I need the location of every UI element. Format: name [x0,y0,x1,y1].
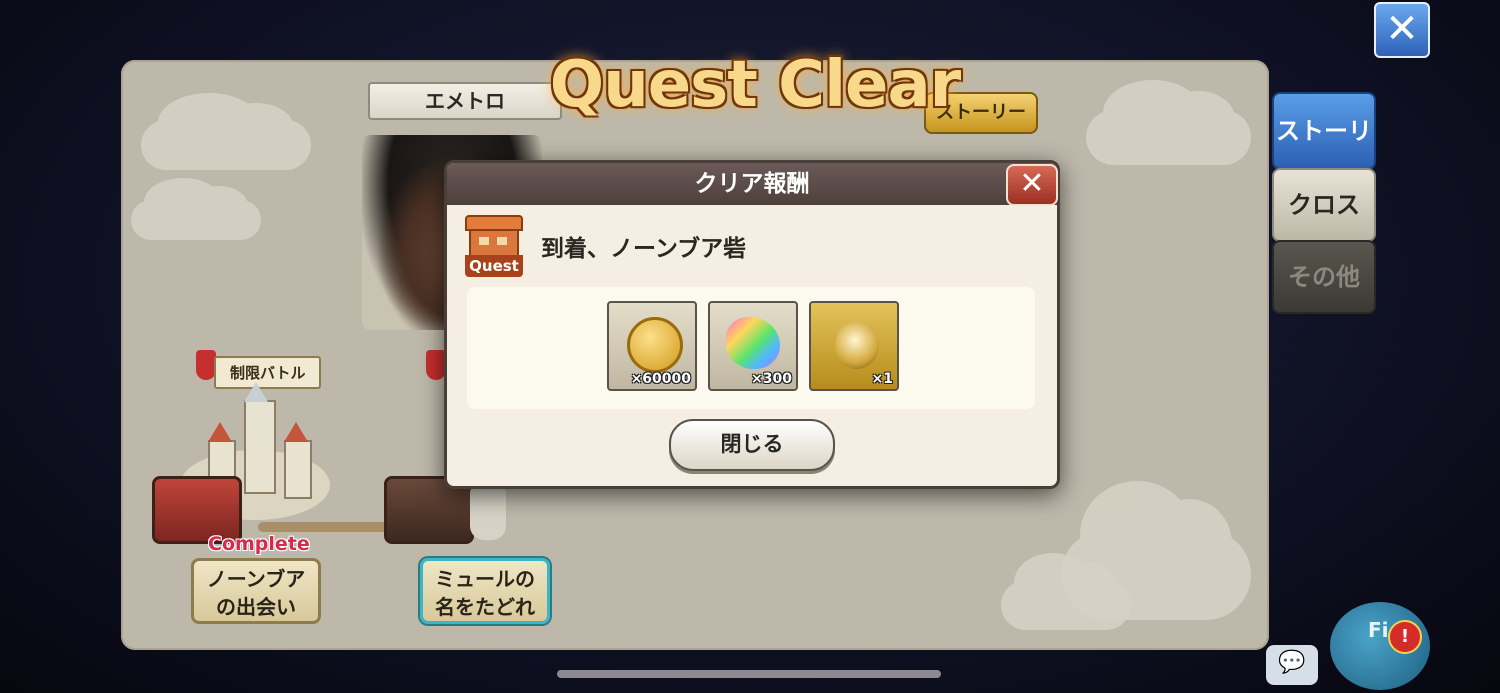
quest-name: 到着、ノーンブア砦 [541,236,747,262]
tower-roof [284,422,308,442]
tower-roof [208,422,232,442]
region-name-label: エメトロ [368,82,562,120]
quest-node-2-label[interactable]: ミュールの 名をたどれ [420,558,550,624]
character-figure [470,480,506,540]
cloud-decoration [1086,79,1251,165]
quest-icon: Quest [465,215,523,277]
reward-item-gold[interactable]: ×60000 [607,301,697,391]
close-screen-button[interactable]: ✕ [1374,2,1430,58]
gold-coin-icon [627,317,683,373]
quest-clear-title: Quest Clear [549,48,961,122]
castle-tower [244,400,276,494]
dialog-close-button[interactable]: ✕ [1006,164,1058,206]
reward-quantity: ×60000 [630,371,691,387]
chat-icon: 💬 [1278,650,1306,675]
node-label-line: の出会い [216,595,296,619]
reward-item-gem[interactable]: ×300 [708,301,798,391]
cloud-decoration [131,178,261,240]
node-label-line: ノーンブア [206,567,306,591]
dialog-title: クリア報酬 [447,163,1057,205]
quest-icon-label: Quest [465,255,523,277]
reward-quantity: ×1 [871,371,893,387]
close-button[interactable]: 閉じる [669,419,835,471]
tab-story[interactable]: ストーリー [1272,92,1376,219]
cloud-decoration [141,92,311,170]
gold-pendant-icon [835,321,879,369]
cloud-decoration [1001,552,1131,630]
quest-node-1-label[interactable]: ノーンブア の出会い [191,558,321,624]
close-icon: ✕ [1019,166,1045,201]
close-icon: ✕ [1385,6,1419,52]
node-label-line: 名をたどれ [435,595,535,619]
tab-cross[interactable]: クロス [1272,168,1376,242]
reward-item-pendant[interactable]: ×1 [809,301,899,391]
tab-other[interactable]: その他 [1272,240,1376,314]
home-indicator [557,670,941,678]
castle-tower [284,440,312,499]
reward-list: ×60000 ×300 ×1 [467,287,1035,409]
node-label-line: ミュールの [435,567,535,591]
reward-quantity: ×300 [751,371,792,387]
rainbow-gem-icon [726,317,780,369]
clear-reward-dialog: クリア報酬 ✕ Quest 到着、ノーンブア砦 ×60000 ×300 ×1 閉… [444,160,1060,489]
demon-mask-icon [196,350,216,380]
alert-icon: ! [1388,620,1422,654]
tower-roof [244,382,268,402]
complete-badge: Complete [208,533,310,555]
demon-mask-icon [426,350,446,380]
chat-button[interactable]: 💬 [1266,645,1318,685]
